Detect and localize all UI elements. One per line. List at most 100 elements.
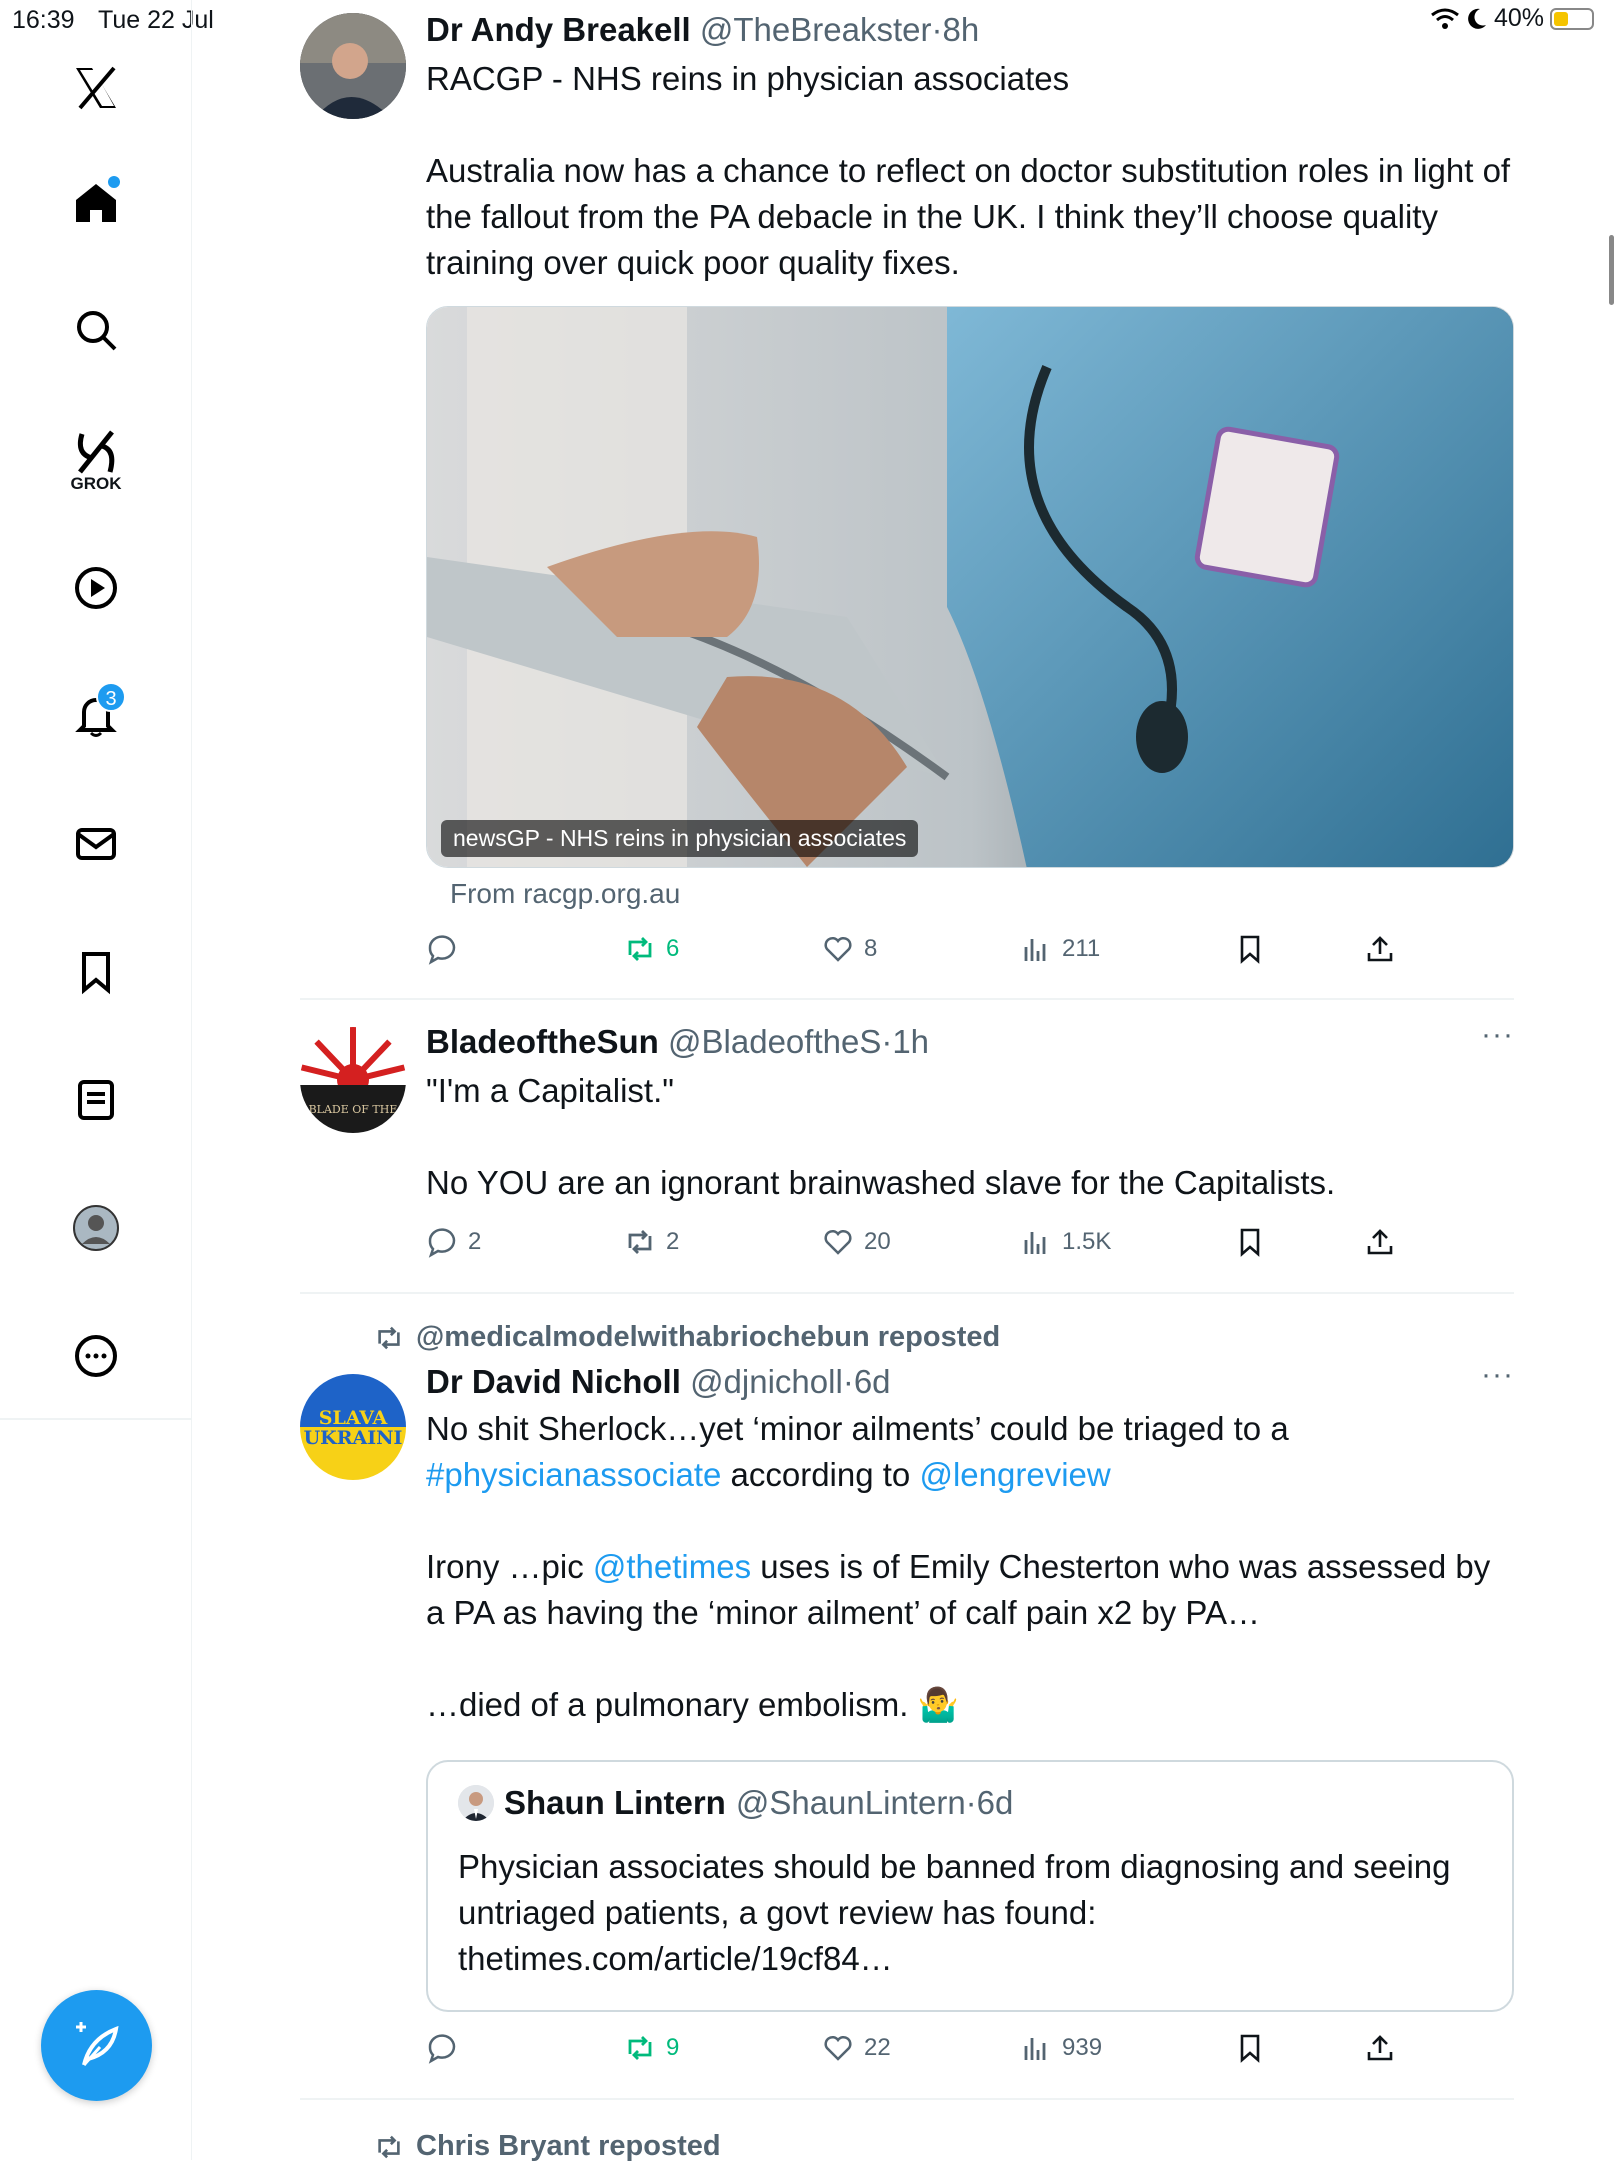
author-handle[interactable]: @djnicholl [690, 1363, 843, 1400]
tweet-line-blank [426, 1498, 1514, 1544]
heart-icon [824, 1229, 852, 1255]
hashtag-link[interactable]: #physicianassociate [426, 1456, 721, 1493]
author-name[interactable]: Dr David Nicholl [426, 1363, 681, 1400]
reply-icon [428, 935, 456, 965]
compose-button[interactable] [41, 1990, 152, 2101]
like-count: 22 [864, 2034, 891, 2061]
like-button[interactable]: 22 [822, 2032, 891, 2064]
like-button[interactable]: 20 [822, 1226, 891, 1258]
heart-icon [824, 2035, 852, 2061]
repost-icon [628, 937, 652, 961]
reply-icon [428, 2034, 456, 2064]
repost-count: 2 [666, 1228, 680, 1255]
tweet-line [426, 1114, 1514, 1160]
messages-icon[interactable] [46, 820, 146, 868]
notifications-icon[interactable]: 3 [46, 682, 146, 738]
bookmark-icon [1240, 2034, 1260, 2063]
reply-button[interactable] [426, 933, 468, 965]
views-button[interactable]: 1.5K [1020, 1226, 1111, 1258]
avatar[interactable]: BLADE OF THE [300, 1027, 406, 1133]
x-logo-icon[interactable] [46, 64, 146, 112]
mention-link[interactable]: @thetimes [593, 1548, 751, 1585]
bookmark-button[interactable] [1234, 1226, 1266, 1258]
repost-button[interactable]: 9 [624, 2032, 679, 2064]
tweet-header: BladeoftheSun @BladeoftheS·1h [426, 1022, 1514, 1062]
author-name[interactable]: Dr Andy Breakell [426, 11, 691, 48]
quoted-tweet[interactable]: Shaun Lintern @ShaunLintern · 6d Physician… [426, 1760, 1514, 2012]
like-count: 20 [864, 1228, 891, 1255]
link-card-title: newsGP - NHS reins in physician associat… [441, 820, 919, 857]
tweet-line: …died of a pulmonary embolism. 🤷‍♂️ [426, 1686, 959, 1723]
tweet-text-segment: Irony …pic [426, 1548, 593, 1585]
separator-dot: · [931, 11, 943, 48]
tweet-actions: 9 22 939 [426, 2032, 1426, 2072]
tweet-time[interactable]: 8h [942, 11, 979, 48]
home-icon[interactable] [46, 176, 146, 226]
profile-avatar[interactable] [46, 1204, 146, 1252]
separator-dot: · [842, 1363, 854, 1400]
lists-icon[interactable] [46, 1076, 146, 1124]
tweet-header: Dr David Nicholl @djnicholl·6d [426, 1362, 1514, 1402]
views-count: 939 [1062, 2034, 1103, 2061]
bookmark-icon [1240, 1228, 1260, 1257]
like-button[interactable]: 8 [822, 933, 877, 965]
bookmark-button[interactable] [1234, 2032, 1266, 2064]
tweet-actions: 6 8 211 [426, 933, 1426, 973]
repost-context[interactable]: Chris Bryant reposted [374, 2130, 721, 2163]
mention-link[interactable]: @lengreview [919, 1456, 1110, 1493]
more-options-icon[interactable]: ··· [1481, 1018, 1514, 1052]
tweet-line: Irony …pic @thetimes uses is of Emily Ch… [426, 1544, 1514, 1636]
quoted-text: Physician associates should be banned fr… [458, 1848, 1451, 1977]
tweet-line: No shit Sherlock…yet ‘minor ailments’ co… [426, 1406, 1514, 1498]
quoted-author-handle: @ShaunLintern [735, 1784, 966, 1821]
battery-level [1554, 11, 1569, 26]
video-icon[interactable] [46, 564, 146, 612]
quoted-header: Shaun Lintern @ShaunLintern · 6d [458, 1784, 1013, 1822]
link-source[interactable]: From racgp.org.au [450, 878, 680, 910]
more-options-icon[interactable]: ··· [1481, 1358, 1514, 1392]
views-button[interactable]: 939 [1020, 2032, 1102, 2064]
reply-button[interactable] [426, 2032, 468, 2064]
tweet-time[interactable]: 6d [854, 1363, 891, 1400]
avatar[interactable]: SLAVA UKRAINI [300, 1374, 406, 1480]
views-button[interactable]: 211 [1020, 933, 1100, 965]
tweet-line [426, 102, 1514, 148]
tweet-line-blank [426, 1636, 1514, 1682]
tweet-text-segment: No shit Sherlock…yet ‘minor ailments’ co… [426, 1410, 1289, 1447]
share-button[interactable] [1364, 1226, 1396, 1258]
more-icon[interactable] [46, 1332, 146, 1380]
separator-dot: · [881, 1023, 893, 1060]
share-button[interactable] [1364, 933, 1396, 965]
link-card-image[interactable]: newsGP - NHS reins in physician associat… [426, 306, 1514, 868]
notifications-badge: 3 [96, 682, 126, 712]
views-count: 1.5K [1062, 1228, 1112, 1255]
bookmark-icon [1240, 935, 1260, 964]
tweet-line: RACGP - NHS reins in physician associate… [426, 60, 1070, 97]
share-button[interactable] [1364, 2032, 1396, 2064]
search-icon[interactable] [46, 306, 146, 354]
author-name[interactable]: BladeoftheSun [426, 1023, 659, 1060]
bookmark-button[interactable] [1234, 933, 1266, 965]
grok-nav[interactable]: GROK [46, 428, 146, 494]
repost-context[interactable]: @medicalmodelwithabriochebun reposted [374, 1321, 1000, 1354]
tweet-line: Australia now has a chance to reflect on… [426, 152, 1511, 281]
tweet-text: No shit Sherlock…yet ‘minor ailments’ co… [426, 1406, 1514, 1728]
share-icon [1367, 1229, 1393, 1255]
reply-button[interactable]: 2 [426, 1226, 481, 1258]
bookmarks-icon[interactable] [46, 948, 146, 996]
scrollbar[interactable] [1609, 235, 1614, 305]
grok-icon [77, 430, 115, 474]
tweet-header: Dr Andy Breakell @TheBreakster·8h [426, 10, 1514, 50]
author-handle[interactable]: @TheBreakster [700, 11, 932, 48]
repost-button[interactable]: 2 [624, 1226, 679, 1258]
repost-button[interactable]: 6 [624, 933, 679, 965]
author-handle[interactable]: @BladeoftheS [668, 1023, 881, 1060]
tweet-time[interactable]: 1h [892, 1023, 929, 1060]
views-icon [1024, 2038, 1046, 2060]
repost-icon [378, 1326, 400, 1349]
quoted-time: 6d [976, 1784, 1014, 1821]
home-unread-dot [108, 176, 120, 188]
repost-count: 6 [666, 935, 680, 962]
avatar[interactable] [300, 13, 406, 119]
tweet-text: RACGP - NHS reins in physician associate… [426, 56, 1514, 286]
